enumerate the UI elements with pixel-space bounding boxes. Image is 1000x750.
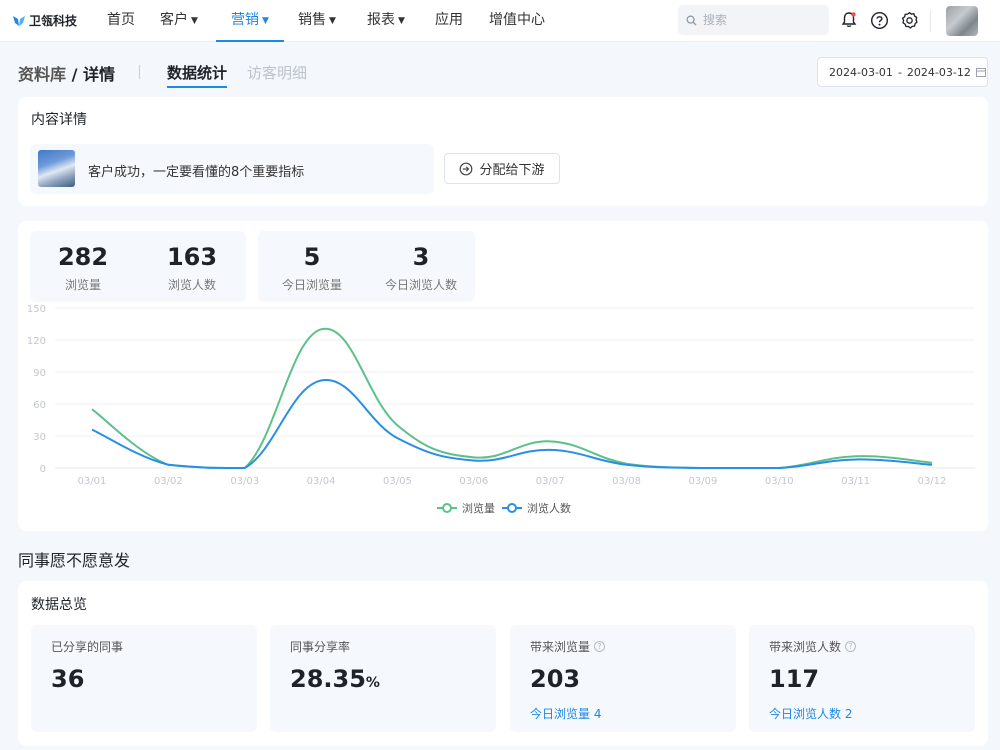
- metric-number: 117: [769, 665, 820, 693]
- metric-brought-views: 带来浏览量? 203 今日浏览量 4: [510, 625, 736, 732]
- metric-share-rate: 同事分享率 28.35%: [270, 625, 496, 732]
- metric-label: 带来浏览人数?: [769, 638, 857, 655]
- series-line-visitors[interactable]: [91, 379, 933, 470]
- y-tick-label: 30: [33, 432, 46, 443]
- x-tick-label: 03/07: [536, 476, 565, 487]
- legend-line-marker-icon: [502, 503, 522, 513]
- metric-number: 203: [530, 665, 581, 693]
- metric-value: 36: [51, 665, 84, 693]
- metric-value: 117: [769, 665, 819, 693]
- y-tick-label: 120: [27, 336, 46, 347]
- x-tick-label: 03/02: [154, 476, 183, 487]
- y-tick-label: 60: [33, 400, 46, 411]
- metric-number: 28.35: [290, 665, 366, 693]
- x-tick-label: 03/12: [918, 476, 947, 487]
- x-tick-label: 03/03: [230, 476, 259, 487]
- x-tick-label: 03/04: [307, 476, 336, 487]
- x-tick-label: 03/01: [78, 476, 107, 487]
- x-tick-label: 03/06: [459, 476, 488, 487]
- metric-label-text: 带来浏览量: [530, 640, 591, 654]
- y-tick-label: 0: [40, 464, 46, 475]
- x-tick-label: 03/11: [841, 476, 870, 487]
- x-tick-label: 03/08: [612, 476, 641, 487]
- metric-label-text: 同事分享率: [290, 640, 351, 654]
- metric-label: 同事分享率: [290, 638, 350, 655]
- legend-label: 浏览人数: [527, 502, 571, 515]
- help-circle-icon[interactable]: ?: [845, 641, 857, 652]
- y-tick-label: 90: [33, 368, 46, 379]
- legend-line-marker-icon: [437, 503, 457, 513]
- legend-item-visitors[interactable]: 浏览人数: [502, 500, 571, 516]
- y-tick-label: 150: [27, 304, 46, 315]
- metric-brought-visitors: 带来浏览人数? 117 今日浏览人数 2: [749, 625, 975, 732]
- overview-title: 数据总览: [31, 597, 87, 613]
- metric-value: 28.35%: [290, 665, 380, 693]
- legend-label: 浏览量: [462, 502, 495, 515]
- metric-number: 36: [51, 665, 85, 693]
- metric-unit: %: [365, 675, 380, 691]
- series-line-views[interactable]: [91, 327, 933, 470]
- metric-shared-colleagues: 已分享的同事 36: [31, 625, 257, 732]
- metric-subtext: 今日浏览量 4: [530, 707, 602, 721]
- metric-value: 203: [530, 665, 580, 693]
- x-tick-label: 03/09: [688, 476, 717, 487]
- metric-label: 带来浏览量?: [530, 638, 606, 655]
- help-circle-icon[interactable]: ?: [594, 641, 606, 652]
- metric-label-text: 已分享的同事: [51, 640, 124, 654]
- x-tick-label: 03/05: [383, 476, 412, 487]
- section-heading: 同事愿不愿意发: [18, 551, 131, 570]
- metric-label-text: 带来浏览人数: [769, 640, 842, 654]
- x-tick-label: 03/10: [765, 476, 794, 487]
- legend-item-views[interactable]: 浏览量: [437, 500, 495, 516]
- metric-subtext: 今日浏览人数 2: [769, 707, 853, 721]
- metric-label: 已分享的同事: [51, 638, 123, 655]
